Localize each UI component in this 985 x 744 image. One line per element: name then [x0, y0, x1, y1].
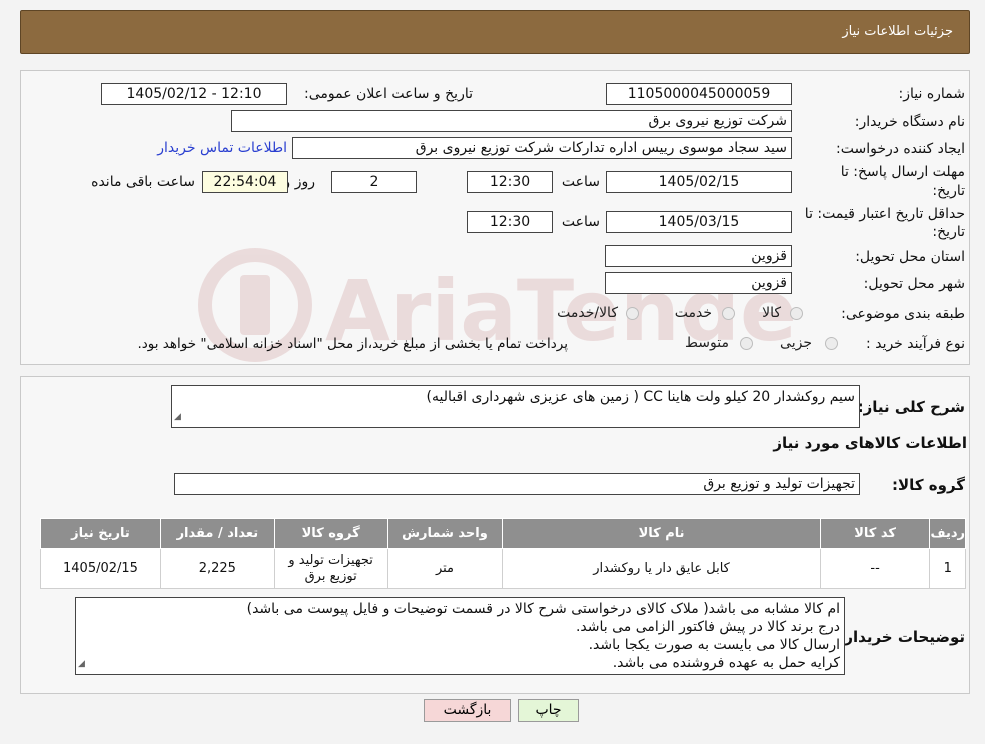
process-minor-label: جزیی [780, 335, 812, 351]
deadline-days-field: 2 [331, 171, 417, 193]
cell-code: -- [819, 548, 931, 589]
city-label: شهر محل تحویل: [863, 276, 965, 292]
process-medium-label: متوسط [685, 335, 729, 351]
province-label: استان محل تحویل: [855, 249, 965, 265]
announce-field: 1405/02/12 - 12:10 [101, 83, 287, 105]
category-goods-service-radio[interactable] [626, 307, 639, 320]
need-number-field: 1105000045000059 [606, 83, 792, 105]
buyer-notes-field: ام کالا مشابه می باشد( ملاک کالای درخواس… [75, 597, 845, 675]
category-label: طبقه بندی موضوعی: [841, 306, 965, 322]
process-label: نوع فرآیند خرید : [866, 336, 965, 352]
deadline-label-2: تاریخ: [932, 183, 965, 199]
validity-time-field: 12:30 [467, 211, 553, 233]
treasury-note: پرداخت تمام یا بخشی از مبلغ خرید،از محل … [137, 336, 568, 352]
category-service-label: خدمت [674, 305, 712, 321]
cell-unit: متر [386, 548, 504, 589]
creator-label: ایجاد کننده درخواست: [836, 141, 965, 157]
validity-label-2: تاریخ: [932, 224, 965, 240]
announce-label: تاریخ و ساعت اعلان عمومی: [304, 86, 473, 102]
page-title: جزئیات اطلاعات نیاز [842, 24, 953, 39]
remaining-time-label: ساعت باقی مانده [91, 174, 195, 190]
goods-group-field: تجهیزات تولید و توزیع برق [174, 473, 860, 495]
deadline-time-label: ساعت [561, 174, 600, 190]
deadline-time-field: 12:30 [467, 171, 553, 193]
validity-label: حداقل تاریخ اعتبار قیمت: تا [804, 206, 965, 222]
deadline-date-field: 1405/02/15 [606, 171, 792, 193]
col-code: کد کالا [819, 518, 931, 549]
note-line-4: کرایه حمل به عهده فروشنده می باشد. [612, 655, 840, 671]
goods-group-label: گروه کالا: [892, 476, 965, 494]
category-service-radio[interactable] [722, 307, 735, 320]
need-number-label: شماره نیاز: [898, 86, 966, 102]
cell-row: 1 [929, 548, 966, 589]
category-goods-label: کالا [762, 305, 781, 321]
cell-group: تجهیزات تولید و توزیع برق [273, 548, 388, 589]
col-row: ردیف [929, 518, 966, 549]
cell-name: کابل عایق دار یا روکشدار [502, 548, 821, 589]
col-unit: واحد شمارش [386, 518, 504, 549]
page-header: جزئیات اطلاعات نیاز [20, 10, 970, 54]
category-goods-radio[interactable] [790, 307, 803, 320]
process-minor-radio[interactable] [825, 337, 838, 350]
col-group: گروه کالا [273, 518, 388, 549]
note-line-3: ارسال کالا می بایست به صورت یکجا باشد. [588, 637, 840, 653]
buyer-notes-label: توضیحات خریدار: [838, 628, 965, 646]
cell-date: 1405/02/15 [40, 548, 161, 589]
process-medium-radio[interactable] [740, 337, 753, 350]
table-row: 1 -- کابل عایق دار یا روکشدار متر تجهیزا… [40, 548, 966, 589]
resize-grip-icon[interactable]: ◢ [78, 655, 85, 673]
remaining-time-field: 22:54:04 [202, 171, 288, 193]
col-name: نام کالا [502, 518, 821, 549]
city-field: قزوین [605, 272, 792, 294]
print-button[interactable]: چاپ [518, 699, 579, 722]
creator-field: سید سجاد موسوی رییس اداره تدارکات شرکت ت… [292, 137, 792, 159]
province-field: قزوین [605, 245, 792, 267]
goods-table-header: ردیف کد کالا نام کالا واحد شمارش گروه کا… [40, 518, 966, 549]
col-qty: تعداد / مقدار [159, 518, 275, 549]
validity-time-label: ساعت [561, 214, 600, 230]
description-text: سیم روکشدار 20 کیلو ولت هاینا CC ( زمین … [426, 389, 855, 405]
resize-grip-icon[interactable]: ◢ [174, 408, 181, 426]
buyer-contact-link[interactable]: اطلاعات تماس خریدار [157, 140, 287, 156]
category-goods-service-label: کالا/خدمت [557, 305, 618, 321]
description-field: سیم روکشدار 20 کیلو ولت هاینا CC ( زمین … [171, 385, 860, 428]
col-date: تاریخ نیاز [40, 518, 161, 549]
buyer-label: نام دستگاه خریدار: [854, 114, 965, 130]
buyer-field: شرکت توزیع نیروی برق [231, 110, 792, 132]
deadline-label: مهلت ارسال پاسخ: تا [840, 164, 965, 180]
deadline-days-label: روز و [283, 174, 316, 190]
validity-date-field: 1405/03/15 [606, 211, 792, 233]
description-label: شرح کلی نیاز: [857, 398, 965, 416]
note-line-1: ام کالا مشابه می باشد( ملاک کالای درخواس… [246, 601, 840, 617]
note-line-2: درج برند کالا در پیش فاکتور الزامی می با… [575, 619, 840, 635]
goods-table: ردیف کد کالا نام کالا واحد شمارش گروه کا… [40, 518, 966, 589]
cell-qty: 2,225 [159, 548, 275, 589]
back-button[interactable]: بازگشت [424, 699, 511, 722]
goods-section-title: اطلاعات کالاهای مورد نیاز [773, 434, 967, 452]
